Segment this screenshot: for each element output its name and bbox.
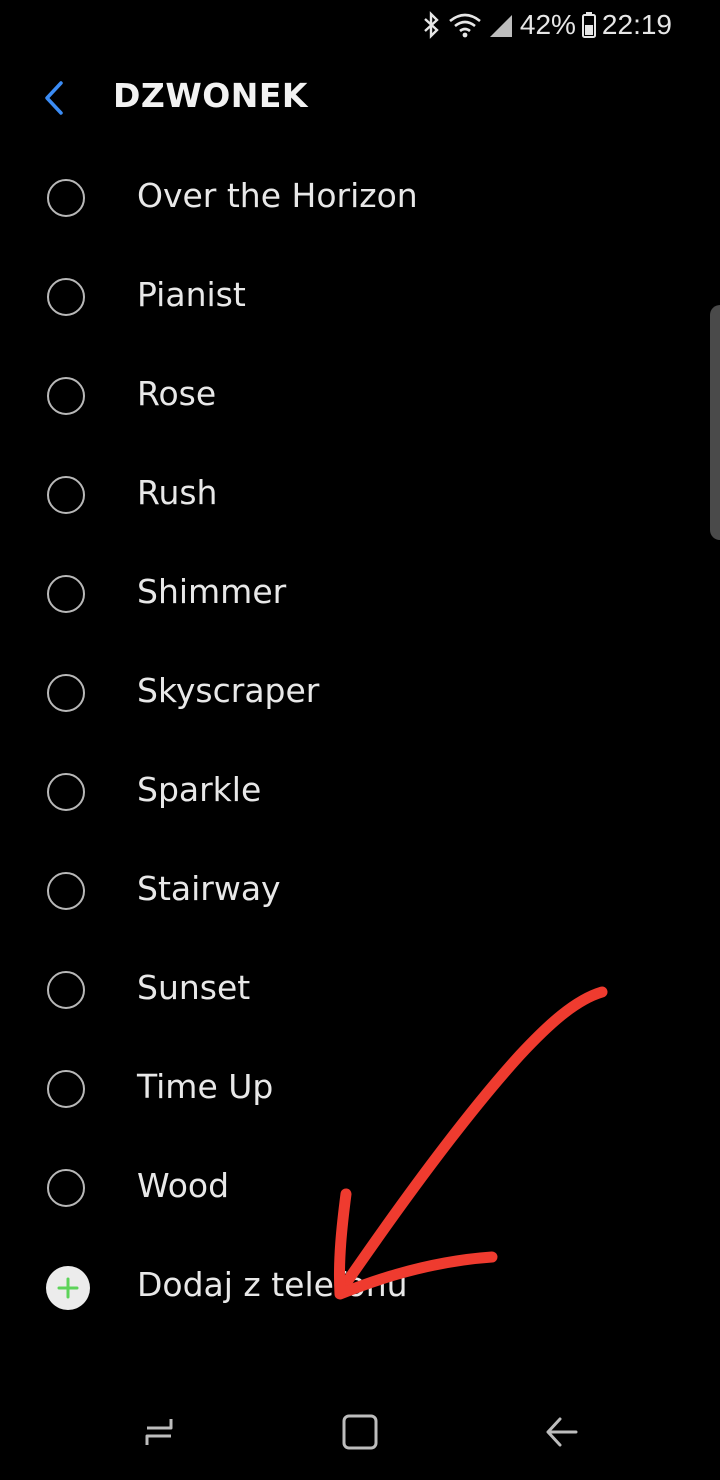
ringtone-item[interactable]: Stairway xyxy=(0,843,720,942)
arrow-left-icon xyxy=(544,1415,580,1453)
recents-button[interactable] xyxy=(131,1406,187,1462)
signal-icon xyxy=(488,11,514,39)
back-button[interactable] xyxy=(28,74,80,126)
radio-button[interactable] xyxy=(47,674,85,712)
back-nav-button[interactable] xyxy=(534,1406,590,1462)
ringtone-label: Shimmer xyxy=(137,572,287,611)
navigation-bar xyxy=(0,1388,720,1480)
ringtone-label: Sparkle xyxy=(137,770,262,809)
wifi-icon xyxy=(448,11,482,39)
ringtone-item[interactable]: Over the Horizon xyxy=(0,150,720,249)
ringtone-label: Time Up xyxy=(137,1067,274,1106)
ringtone-label: Rush xyxy=(137,473,218,512)
app-bar: DZWONEK xyxy=(0,60,720,136)
radio-button[interactable] xyxy=(47,971,85,1009)
ringtone-item[interactable]: Rush xyxy=(0,447,720,546)
ringtone-item[interactable]: Wood xyxy=(0,1140,720,1239)
radio-button[interactable] xyxy=(47,179,85,217)
ringtone-label: Sunset xyxy=(137,968,251,1007)
bluetooth-icon xyxy=(422,11,442,39)
ringtone-item[interactable]: Pianist xyxy=(0,249,720,348)
ringtone-item[interactable]: Skyscraper xyxy=(0,645,720,744)
radio-button[interactable] xyxy=(47,1169,85,1207)
home-icon xyxy=(341,1413,379,1455)
add-from-phone-label: Dodaj z telefonu xyxy=(137,1265,408,1304)
status-icons: 42% 22:19 xyxy=(422,6,672,44)
scrollbar[interactable] xyxy=(710,305,720,540)
clock: 22:19 xyxy=(601,9,672,40)
home-button[interactable] xyxy=(332,1406,388,1462)
ringtone-label: Wood xyxy=(137,1166,230,1205)
plus-icon xyxy=(46,1266,90,1310)
ringtone-item[interactable]: Orange xyxy=(0,136,720,150)
radio-button[interactable] xyxy=(47,476,85,514)
chevron-left-icon xyxy=(42,80,66,120)
ringtone-item[interactable]: Sunset xyxy=(0,942,720,1041)
radio-button[interactable] xyxy=(47,1070,85,1108)
status-bar: 42% 22:19 xyxy=(0,0,720,50)
radio-button[interactable] xyxy=(47,377,85,415)
battery-percent: 42% xyxy=(519,9,576,40)
radio-button[interactable] xyxy=(47,575,85,613)
ringtone-label: Over the Horizon xyxy=(137,176,418,215)
radio-button[interactable] xyxy=(47,872,85,910)
ringtone-item[interactable]: Sparkle xyxy=(0,744,720,843)
ringtone-label: Skyscraper xyxy=(137,671,320,710)
add-from-phone-item[interactable]: Dodaj z telefonu xyxy=(0,1239,720,1338)
battery-icon xyxy=(581,11,596,39)
ringtone-item[interactable]: Shimmer xyxy=(0,546,720,645)
ringtone-item[interactable]: Rose xyxy=(0,348,720,447)
ringtone-label: Rose xyxy=(137,374,217,413)
ringtone-item[interactable]: Time Up xyxy=(0,1041,720,1140)
ringtone-list[interactable]: Orange Over the Horizon Pianist Rose Rush Shi… xyxy=(0,136,720,1386)
radio-button[interactable] xyxy=(47,773,85,811)
recents-icon xyxy=(141,1415,177,1453)
radio-button[interactable] xyxy=(47,278,85,316)
ringtone-label: Stairway xyxy=(137,869,281,908)
ringtone-label: Pianist xyxy=(137,275,246,314)
page-title: DZWONEK xyxy=(113,76,309,115)
